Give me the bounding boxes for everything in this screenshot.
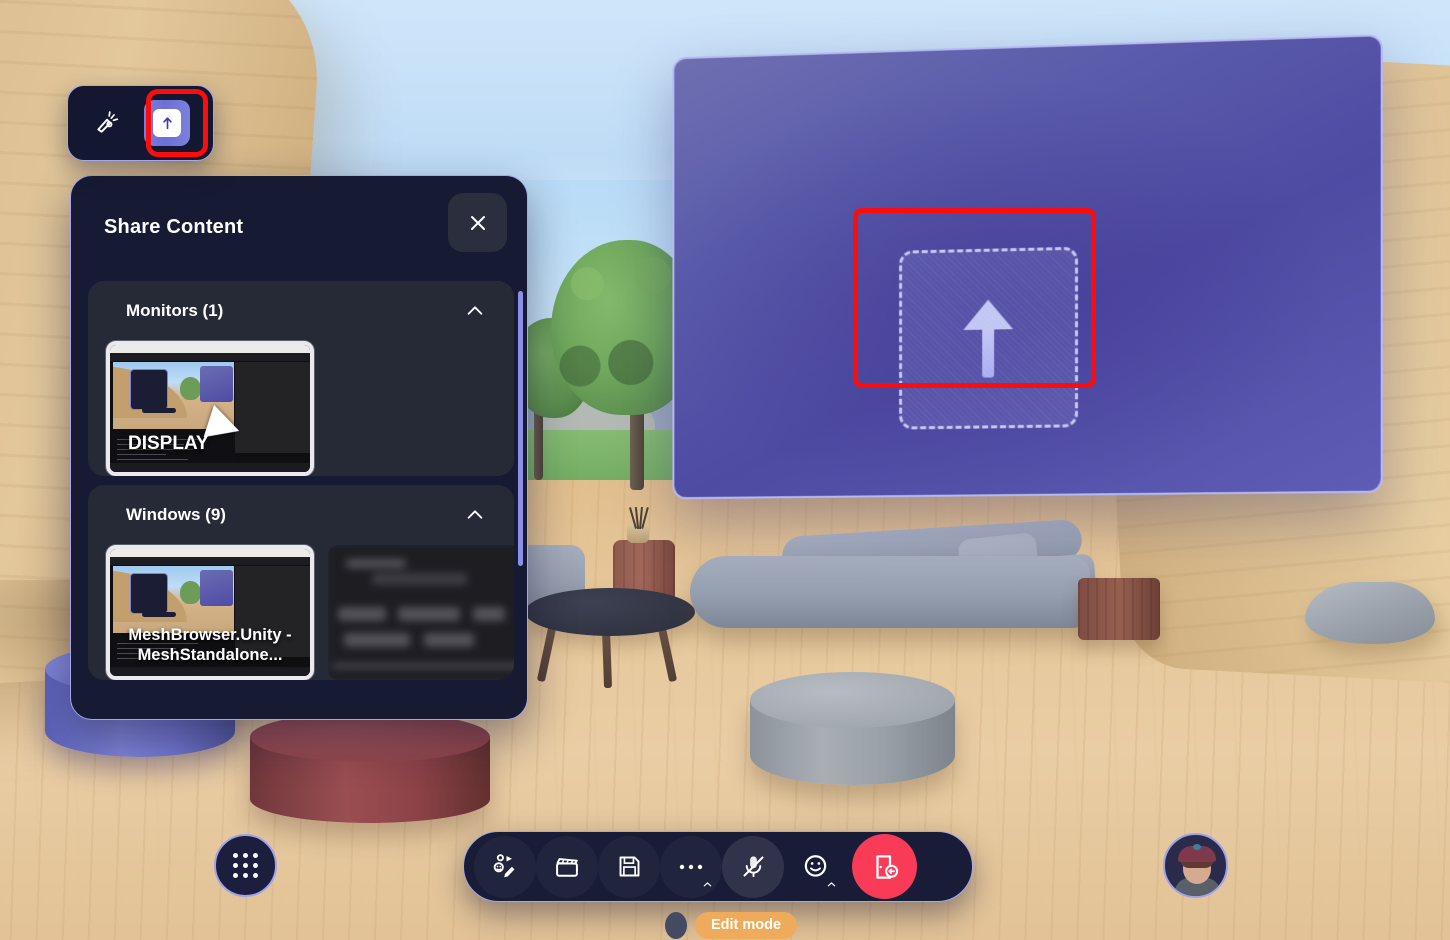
- chevron-up-icon[interactable]: [826, 879, 837, 890]
- effects-button[interactable]: [84, 100, 130, 146]
- window-thumbnail-meshbrowser[interactable]: MeshBrowser.Unity - MeshStandalone...: [106, 545, 314, 680]
- section-monitors-header[interactable]: Monitors (1): [88, 281, 514, 341]
- edit-mode-badge: Edit mode: [695, 912, 798, 939]
- decorative-stone: [1305, 582, 1435, 644]
- avatar-cap-button: [1193, 844, 1201, 850]
- share-panel-header: Share Content: [71, 176, 527, 281]
- twigs-decoration: [629, 505, 649, 530]
- window-thumbnail-label: MeshBrowser.Unity - MeshStandalone...: [128, 625, 292, 665]
- upload-arrow-icon: [959, 299, 1017, 378]
- edit-mode-handle[interactable]: [665, 912, 687, 939]
- grid-dots-icon: [233, 853, 258, 878]
- monitor-thumbnail-label: DISPLAY: [128, 433, 209, 455]
- chevron-up-icon[interactable]: [702, 879, 713, 890]
- clapperboard-icon: [556, 857, 578, 877]
- more-options-button[interactable]: [660, 836, 722, 898]
- reactions-button[interactable]: [784, 836, 846, 898]
- panel-scrollbar[interactable]: [518, 291, 523, 566]
- chevron-up-icon[interactable]: [464, 300, 486, 322]
- window-preview-blurred: [328, 545, 514, 680]
- edit-mode-indicator: Edit mode: [665, 912, 798, 939]
- shared-content-screen[interactable]: [672, 34, 1383, 500]
- share-panel-body: Monitors (1) DISPLAY Windows (9) MeshBro…: [71, 281, 527, 719]
- ellipsis-icon: [679, 864, 703, 869]
- round-stool: [750, 672, 955, 807]
- curved-sofa: [690, 518, 1097, 628]
- share-button[interactable]: [144, 100, 190, 146]
- microphone-muted-icon: [742, 856, 764, 878]
- app-launcher-button[interactable]: [214, 834, 277, 897]
- save-button[interactable]: [598, 836, 660, 898]
- magic-wand-icon: [97, 111, 119, 133]
- screen-dropzone[interactable]: [899, 246, 1079, 430]
- window-thumbnail-blurred[interactable]: [328, 545, 514, 680]
- section-windows: Windows (9) MeshBrowser.Unity - MeshStan…: [88, 485, 514, 680]
- red-pedestal: [250, 712, 490, 824]
- section-monitors-title: Monitors (1): [126, 301, 224, 320]
- recording-button[interactable]: [536, 836, 598, 898]
- mesh-immersive-space: Share Content Monitors (1) DISPLAY Windo…: [0, 0, 1450, 940]
- section-windows-header[interactable]: Windows (9): [88, 485, 514, 545]
- section-monitors: Monitors (1) DISPLAY: [88, 281, 514, 476]
- monitor-thumbnail-display[interactable]: DISPLAY: [106, 341, 314, 476]
- microphone-button[interactable]: [722, 835, 784, 898]
- coffee-table: [525, 588, 695, 689]
- share-content-panel: Share Content Monitors (1) DISPLAY Windo…: [70, 175, 528, 720]
- section-windows-title: Windows (9): [126, 505, 226, 524]
- windows-thumbnail-grid: MeshBrowser.Unity - MeshStandalone...: [88, 545, 514, 680]
- wooden-block-stool: [1078, 578, 1160, 640]
- leave-button[interactable]: [852, 834, 917, 899]
- chevron-up-icon[interactable]: [464, 504, 486, 526]
- main-toolbar: [463, 831, 973, 902]
- customize-avatar-button[interactable]: [474, 836, 536, 898]
- share-panel-title: Share Content: [104, 216, 244, 238]
- floppy-disk-icon: [619, 856, 639, 877]
- leave-door-icon: [875, 854, 898, 879]
- monitors-thumbnail-grid: DISPLAY: [88, 341, 514, 476]
- user-avatar[interactable]: [1163, 833, 1228, 898]
- share-screen-up-arrow-icon: [153, 109, 181, 137]
- close-button[interactable]: [448, 193, 507, 252]
- share-toolbar: [67, 85, 214, 161]
- avatar-edit-icon: [493, 853, 515, 877]
- smiley-face-icon: [804, 855, 826, 877]
- close-icon: [470, 215, 485, 230]
